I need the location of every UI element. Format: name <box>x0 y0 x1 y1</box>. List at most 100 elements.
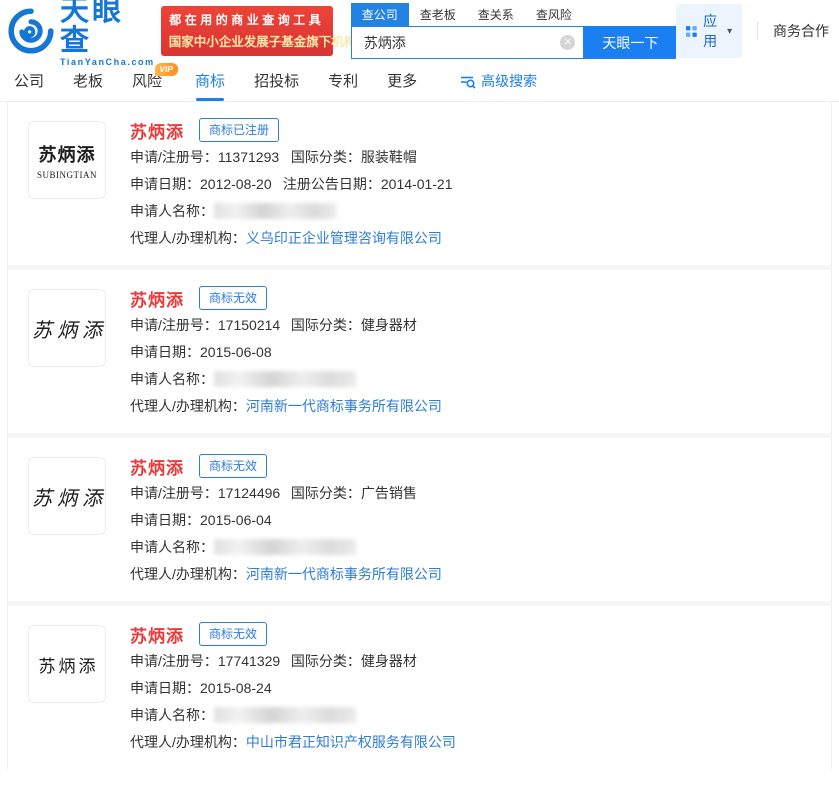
agent-link[interactable]: 义乌印正企业管理咨询有限公司 <box>246 230 442 246</box>
intl-class-value: 服装鞋帽 <box>361 149 417 165</box>
trademark-image-text: 苏炳添 <box>27 482 107 511</box>
intl-class-label: 国际分类： <box>291 317 361 333</box>
trademark-name[interactable]: 苏炳添 <box>130 286 184 311</box>
agent-label: 代理人/办理机构： <box>130 566 246 582</box>
intl-class-label: 国际分类： <box>291 485 361 501</box>
reg-no-label: 申请/注册号： <box>130 149 218 165</box>
applicant-name-redacted <box>214 539 356 555</box>
search-input[interactable] <box>362 34 561 52</box>
status-badge: 商标无效 <box>199 622 267 646</box>
pub-date-value: 2014-01-21 <box>381 176 453 192</box>
agent-link[interactable]: 中山市君正知识产权服务有限公司 <box>246 734 456 750</box>
agent-label: 代理人/办理机构： <box>130 734 246 750</box>
trademark-image[interactable]: 苏炳添 SUBINGTIAN <box>28 121 106 199</box>
intl-class-value: 健身器材 <box>361 653 417 669</box>
reg-no-value: 17150214 <box>218 317 280 333</box>
advanced-search-icon <box>460 75 476 89</box>
status-badge: 商标无效 <box>199 286 267 310</box>
applicant-label: 申请人名称： <box>130 539 214 555</box>
search-tab-risk[interactable]: 查风险 <box>525 3 583 26</box>
apply-date-label: 申请日期： <box>130 344 200 360</box>
reg-no-value: 11371293 <box>218 149 279 165</box>
trademark-card: 苏炳添 SUBINGTIAN 苏炳添 商标已注册 申请/注册号：11371293… <box>8 102 831 265</box>
agent-link[interactable]: 河南新一代商标事务所有限公司 <box>246 566 442 582</box>
status-badge: 商标无效 <box>199 454 267 478</box>
search-button[interactable]: 天眼一下 <box>584 26 676 59</box>
logo[interactable]: 天眼查 TianYanCha.com <box>8 0 155 67</box>
applicant-label: 申请人名称： <box>130 707 214 723</box>
trademark-card: 苏炳添 苏炳添 商标无效 申请/注册号：17741329 国际分类：健身器材 申… <box>8 606 831 769</box>
applicant-name-redacted <box>214 203 336 219</box>
advanced-search-link[interactable]: 高级搜索 <box>460 62 537 101</box>
apps-button[interactable]: 应用 ▾ <box>676 4 742 58</box>
trademark-name[interactable]: 苏炳添 <box>130 118 184 143</box>
search-box: ✕ <box>351 26 585 59</box>
nav-item-bidding[interactable]: 招投标 <box>254 62 299 101</box>
search-tabs: 查公司 查老板 查关系 查风险 <box>351 3 677 26</box>
promo-banner: 都在用的商业查询工具 国家中小企业发展子基金旗下机构 <box>161 6 333 56</box>
result-type-nav: 公司 老板 风险 VIP 商标 招投标 专利 更多 高级搜索 <box>0 62 839 102</box>
apps-grid-icon <box>686 24 697 39</box>
promo-line1: 都在用的商业查询工具 <box>169 11 325 28</box>
divider <box>757 22 758 40</box>
clear-search-icon[interactable]: ✕ <box>560 35 575 50</box>
trademark-name[interactable]: 苏炳添 <box>130 622 184 647</box>
trademark-card: 苏炳添 苏炳添 商标无效 申请/注册号：17150214 国际分类：健身器材 申… <box>8 270 831 433</box>
trademark-image-text: 苏炳添 <box>27 314 107 343</box>
intl-class-value: 广告销售 <box>361 485 417 501</box>
nav-item-risk[interactable]: 风险 VIP <box>132 62 162 101</box>
status-badge: 商标已注册 <box>199 118 279 142</box>
trademark-image[interactable]: 苏炳添 <box>28 457 106 535</box>
trademark-image-text: 苏炳添 <box>39 141 96 167</box>
logo-title: 天眼查 <box>60 0 155 56</box>
trademark-name[interactable]: 苏炳添 <box>130 454 184 479</box>
trademark-image[interactable]: 苏炳添 <box>28 289 106 367</box>
search-tab-relation[interactable]: 查关系 <box>467 3 525 26</box>
apply-date-label: 申请日期： <box>130 176 200 192</box>
pub-date-label: 注册公告日期： <box>283 176 381 192</box>
applicant-label: 申请人名称： <box>130 203 214 219</box>
reg-no-value: 17741329 <box>218 653 280 669</box>
header: 天眼查 TianYanCha.com 都在用的商业查询工具 国家中小企业发展子基… <box>0 0 839 62</box>
reg-no-label: 申请/注册号： <box>130 653 218 669</box>
apply-date-value: 2012-08-20 <box>200 176 272 192</box>
advanced-search-label: 高级搜索 <box>481 62 537 101</box>
search-tab-company[interactable]: 查公司 <box>351 3 409 26</box>
trademark-card: 苏炳添 苏炳添 商标无效 申请/注册号：17124496 国际分类：广告销售 申… <box>8 438 831 601</box>
nav-item-more[interactable]: 更多 <box>387 62 417 101</box>
vip-badge: VIP <box>155 63 178 76</box>
agent-link[interactable]: 河南新一代商标事务所有限公司 <box>246 398 442 414</box>
apply-date-value: 2015-06-08 <box>200 344 272 360</box>
business-cooperation-link[interactable]: 商务合作 <box>773 21 829 41</box>
intl-class-value: 健身器材 <box>361 317 417 333</box>
trademark-image-subtext: SUBINGTIAN <box>37 170 97 180</box>
agent-label: 代理人/办理机构： <box>130 230 246 246</box>
header-right: 应用 ▾ 商务合作 <box>676 4 831 58</box>
apply-date-label: 申请日期： <box>130 680 200 696</box>
applicant-label: 申请人名称： <box>130 371 214 387</box>
apply-date-label: 申请日期： <box>130 512 200 528</box>
apply-date-value: 2015-08-24 <box>200 680 272 696</box>
agent-label: 代理人/办理机构： <box>130 398 246 414</box>
trademark-image-text: 苏炳添 <box>36 652 99 677</box>
search-tab-boss[interactable]: 查老板 <box>409 3 467 26</box>
applicant-name-redacted <box>214 371 356 387</box>
nav-item-patent[interactable]: 专利 <box>328 62 358 101</box>
reg-no-value: 17124496 <box>218 485 280 501</box>
nav-item-boss[interactable]: 老板 <box>73 62 103 101</box>
intl-class-label: 国际分类： <box>291 149 361 165</box>
search-area: 查公司 查老板 查关系 查风险 ✕ 天眼一下 <box>351 3 677 59</box>
intl-class-label: 国际分类： <box>291 653 361 669</box>
apps-label: 应用 <box>703 11 723 51</box>
tianyancha-swirl-icon <box>8 8 54 54</box>
promo-line2: 国家中小企业发展子基金旗下机构 <box>169 31 325 50</box>
reg-no-label: 申请/注册号： <box>130 317 218 333</box>
trademark-results-list: 苏炳添 SUBINGTIAN 苏炳添 商标已注册 申请/注册号：11371293… <box>7 102 832 769</box>
reg-no-label: 申请/注册号： <box>130 485 218 501</box>
nav-item-company[interactable]: 公司 <box>14 62 44 101</box>
nav-item-trademark[interactable]: 商标 <box>195 62 225 101</box>
trademark-image[interactable]: 苏炳添 <box>28 625 106 703</box>
apply-date-value: 2015-06-04 <box>200 512 272 528</box>
chevron-down-icon: ▾ <box>727 26 732 37</box>
applicant-name-redacted <box>214 707 356 723</box>
